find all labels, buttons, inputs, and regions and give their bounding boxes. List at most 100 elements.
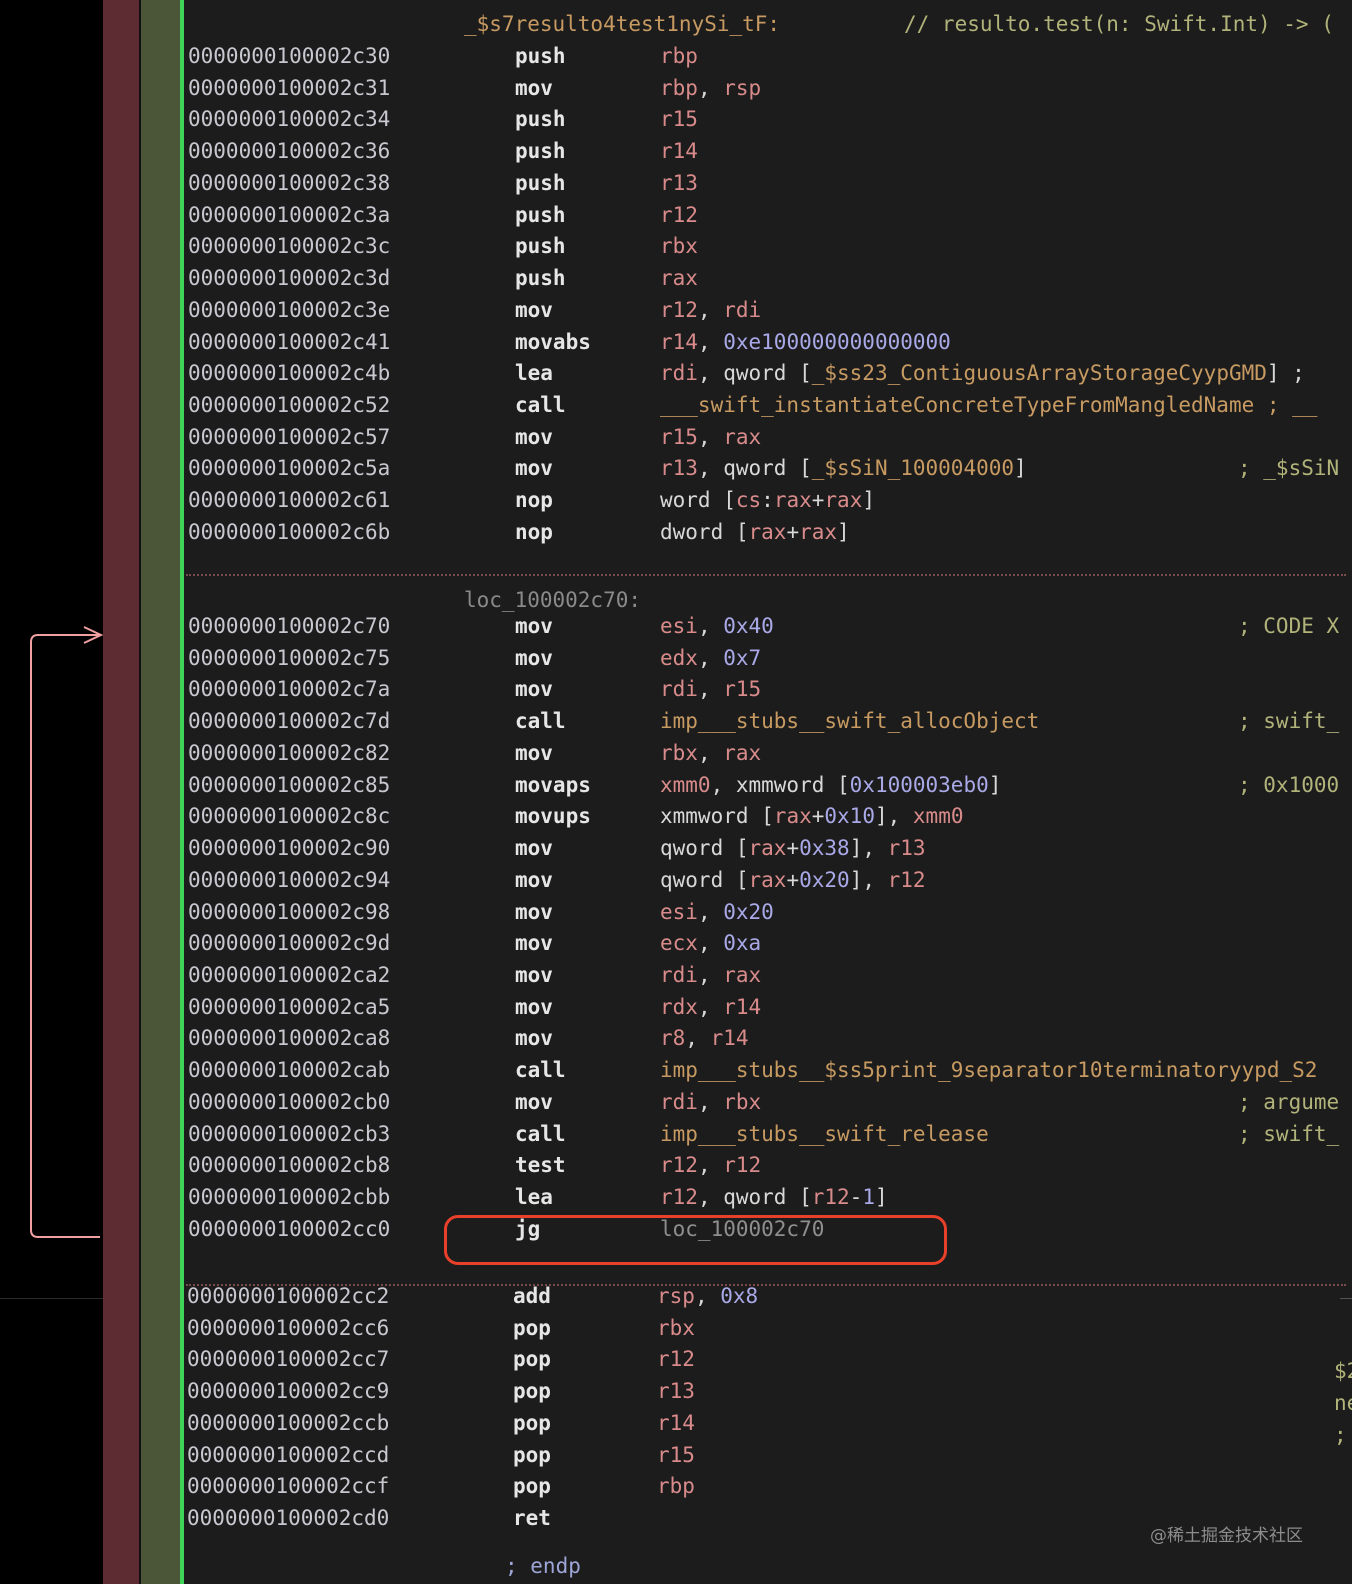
- instruction-mnemonic: mov: [515, 645, 553, 670]
- instruction-address: 0000000100002c3e: [188, 297, 391, 322]
- operand-token: ]: [837, 519, 850, 544]
- operand-token: rax: [723, 740, 762, 765]
- instruction-operands: r14: [657, 1407, 695, 1439]
- instruction-operands: rdi, rax: [660, 959, 761, 991]
- instruction-mnemonic: mov: [515, 677, 553, 702]
- instruction-address: 0000000100002cc6: [187, 1315, 390, 1340]
- operand-token[interactable]: imp___stubs__$ss5print_9separator10termi…: [660, 1058, 1317, 1082]
- operand-token: r15: [660, 107, 698, 132]
- instruction-address: 0000000100002cab: [188, 1058, 391, 1083]
- operand-token[interactable]: _$ss23_ContiguousArrayStorageCyypGMD: [812, 361, 1267, 385]
- instruction-mnemonic: ret: [513, 1506, 551, 1531]
- operand-token[interactable]: _$sSiN_100004000: [812, 456, 1014, 480]
- instruction-mnemonic: lea: [515, 361, 553, 386]
- operand-token: rax: [748, 836, 787, 861]
- operand-token: rbp: [660, 75, 698, 100]
- instruction-operands: r12, r12: [660, 1149, 761, 1181]
- instruction-mnemonic: mov: [515, 867, 553, 892]
- instruction-operands: esi, 0x40: [660, 610, 774, 642]
- instruction-mnemonic: mov: [515, 963, 553, 988]
- instruction-operands: imp___stubs__swift_allocObject: [660, 705, 1039, 737]
- operand-token: esi: [660, 614, 698, 638]
- instruction-operands: rbx: [660, 230, 698, 262]
- operand-token: rdi: [660, 1089, 698, 1114]
- operand-token: 0xe100000000000000: [723, 329, 951, 354]
- instruction-operands: r12, qword [r12-1]: [660, 1181, 888, 1213]
- instruction-comment: ; swift_: [1238, 1121, 1340, 1146]
- instruction-address: 0000000100002c3d: [188, 266, 391, 291]
- operand-token[interactable]: ___swift_instantiateConcreteTypeFromMang…: [660, 393, 1317, 417]
- instruction-mnemonic: mov: [515, 456, 553, 481]
- operand-token: edx: [660, 645, 698, 670]
- operand-token: -: [849, 1185, 863, 1210]
- operand-token: rbx: [660, 234, 698, 259]
- instruction-operands: r15: [657, 1439, 695, 1471]
- operand-token: r14: [660, 139, 698, 164]
- operand-token: 1: [862, 1185, 875, 1210]
- instruction-mnemonic: mov: [515, 994, 553, 1019]
- operand-token: 0x7: [723, 645, 762, 670]
- operand-token[interactable]: imp___stubs__swift_release: [660, 1122, 989, 1146]
- operand-token: +: [786, 519, 800, 544]
- instruction-address: 0000000100002c61: [188, 488, 391, 513]
- instruction-mnemonic: mov: [515, 899, 553, 924]
- operand-token: rax: [799, 519, 838, 544]
- operand-token: 0x20: [723, 899, 774, 924]
- instruction-mnemonic: push: [515, 234, 566, 259]
- operand-token: , qword [: [697, 1185, 812, 1210]
- operand-token: r12: [660, 1185, 698, 1210]
- fragment-text: $2: [1334, 1359, 1352, 1383]
- operand-token: ,: [694, 1284, 721, 1308]
- instruction-address: 0000000100002c41: [188, 329, 391, 354]
- operand-token: r14: [723, 994, 762, 1019]
- operand-token: rax: [723, 963, 762, 988]
- operand-token: rbp: [657, 1474, 695, 1499]
- disassembly-view: { "function": { "label": "_$s7resulto4te…: [0, 0, 1352, 1584]
- instruction-address: 0000000100002c5a: [188, 456, 391, 481]
- block-separator: [186, 574, 1346, 576]
- operand-token: qword [: [660, 836, 749, 861]
- instruction-operands: dword [rax+rax]: [660, 516, 850, 548]
- instruction-operands: qword [rax+0x20], r12: [660, 864, 926, 896]
- instruction-address: 0000000100002c70: [188, 614, 391, 638]
- instruction-operands: esi, 0x20: [660, 896, 774, 928]
- operand-token: esi: [660, 899, 698, 924]
- instruction-operands: rbp: [660, 40, 698, 72]
- instruction-mnemonic: mov: [515, 740, 553, 765]
- operand-token: r12: [811, 1185, 850, 1210]
- operand-token: r15: [723, 677, 762, 702]
- instruction-mnemonic: pop: [513, 1442, 551, 1467]
- instruction-operands: ___swift_instantiateConcreteTypeFromMang…: [660, 389, 1317, 421]
- operand-token: r13: [657, 1379, 695, 1404]
- instruction-address: 0000000100002ccd: [187, 1442, 390, 1467]
- instruction-operands: r12: [660, 199, 698, 231]
- operand-token: 0x20: [799, 867, 850, 892]
- instruction-address: 0000000100002c30: [188, 44, 391, 68]
- operand-token: 0x8: [720, 1284, 759, 1308]
- operand-token: rbp: [660, 44, 698, 68]
- operand-token: rdx: [660, 994, 698, 1019]
- instruction-operands: rbp, rsp: [660, 72, 761, 104]
- operand-token: rax: [824, 488, 863, 513]
- instruction-address: 0000000100002c85: [188, 772, 391, 797]
- operand-token: r13: [660, 456, 698, 481]
- operand-token: +: [786, 867, 800, 892]
- operand-token: 0x10: [824, 804, 875, 829]
- operand-token: ,: [697, 1153, 724, 1178]
- operand-token: rax: [748, 867, 787, 892]
- instruction-mnemonic: mov: [515, 836, 553, 861]
- instruction-operands: rbx: [657, 1312, 695, 1344]
- operand-token[interactable]: imp___stubs__swift_allocObject: [660, 709, 1039, 733]
- instruction-operands: r14, 0xe100000000000000: [660, 326, 951, 358]
- instruction-operands: ecx, 0xa: [660, 927, 761, 959]
- instruction-mnemonic: mov: [515, 1089, 553, 1114]
- instruction-operands: edx, 0x7: [660, 642, 761, 674]
- instruction-address: 0000000100002c4b: [188, 361, 391, 386]
- operand-token: dword [: [660, 519, 749, 544]
- instruction-address: 0000000100002ca2: [188, 963, 391, 988]
- operand-token: r15: [660, 424, 698, 449]
- instruction-operands: word [cs:rax+rax]: [660, 484, 875, 516]
- operand-token: rbx: [657, 1315, 695, 1340]
- jump-arrow[interactable]: [0, 0, 110, 1584]
- function-label[interactable]: _$s7resulto4test1nySi_tF:: [464, 8, 780, 40]
